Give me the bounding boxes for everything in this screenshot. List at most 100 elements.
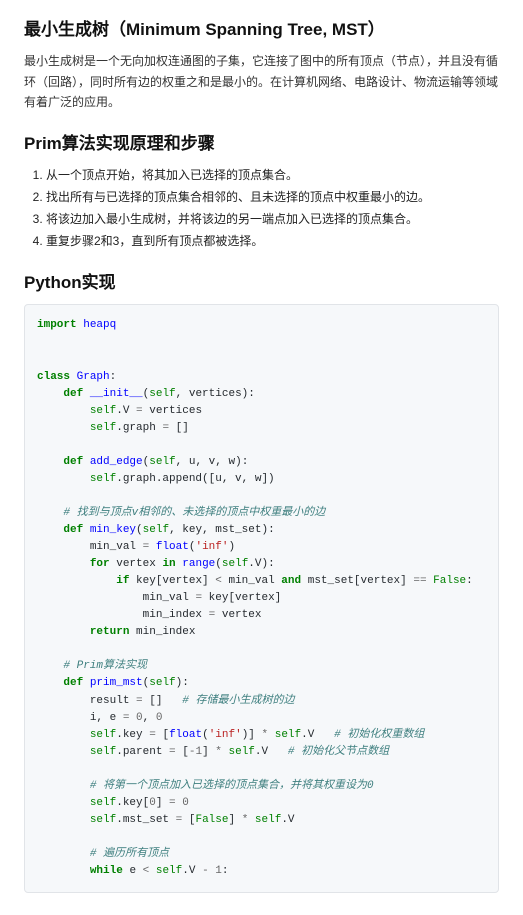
comment: # 遍历所有顶点	[90, 848, 169, 860]
kw-def: def	[63, 388, 83, 400]
bool: False	[195, 814, 228, 826]
self: self	[90, 814, 116, 826]
op: =	[162, 422, 169, 434]
comment: # 将第一个顶点加入已选择的顶点集合，并将其权重设为0	[90, 780, 374, 792]
comment: # 初始化父节点数组	[288, 746, 389, 758]
class-name: Graph	[77, 371, 110, 383]
comment: # 存储最小生成树的边	[182, 695, 294, 707]
attr: .graph	[116, 422, 162, 434]
self: self	[156, 865, 182, 877]
self: self	[143, 524, 169, 536]
op: =	[136, 695, 143, 707]
param: key	[182, 524, 202, 536]
op: =	[143, 541, 150, 553]
var: min_index	[143, 609, 209, 621]
self: self	[229, 746, 255, 758]
param: w	[228, 456, 235, 468]
expr: .graph.append([u, v, w])	[116, 473, 274, 485]
expr: mst_set[vertex]	[308, 575, 414, 587]
var: e	[129, 865, 142, 877]
op: =	[123, 712, 130, 724]
fn-float: float	[169, 729, 202, 741]
self: self	[90, 422, 116, 434]
param: vertices	[189, 388, 242, 400]
intro-paragraph: 最小生成树是一个无向加权连通图的子集，它连接了图中的所有顶点（节点），并且没有循…	[24, 51, 499, 112]
comment: # 找到与顶点v相邻的、未选择的顶点中权重最小的边	[63, 507, 325, 519]
kw-if: if	[116, 575, 129, 587]
fn-float: float	[156, 541, 189, 553]
op: *	[215, 746, 222, 758]
kw-in: in	[162, 558, 175, 570]
var: min_val	[143, 592, 196, 604]
param: u	[189, 456, 196, 468]
op: <	[143, 865, 150, 877]
op: =	[169, 797, 176, 809]
op: *	[242, 814, 249, 826]
num: 0	[182, 797, 189, 809]
var: min_index	[136, 626, 195, 638]
attr: .key	[116, 729, 149, 741]
list-item: 从一个顶点开始，将其加入已选择的顶点集合。	[46, 166, 499, 185]
kw-and: and	[281, 575, 301, 587]
fn-min-key: min_key	[90, 524, 136, 536]
attr: .V	[255, 746, 268, 758]
expr: key[vertex]	[136, 575, 215, 587]
fn-range: range	[182, 558, 215, 570]
kw-import: import	[37, 319, 77, 331]
self: self	[222, 558, 248, 570]
fn-prim-mst: prim_mst	[90, 677, 143, 689]
fn-add-edge: add_edge	[90, 456, 143, 468]
attr: .V	[281, 814, 294, 826]
heading-python: Python实现	[24, 269, 499, 296]
comment: # 初始化权重数组	[334, 729, 424, 741]
list-item: 将该边加入最小生成树，并将该边的另一端点加入已选择的顶点集合。	[46, 210, 499, 229]
heading-prim: Prim算法实现原理和步骤	[24, 130, 499, 157]
self: self	[90, 473, 116, 485]
attr: .V	[301, 729, 314, 741]
op: -	[189, 746, 196, 758]
num: 0	[136, 712, 143, 724]
param: v	[209, 456, 216, 468]
num: 1	[195, 746, 202, 758]
bool: False	[433, 575, 466, 587]
op: -	[202, 865, 209, 877]
bracket: [	[182, 746, 189, 758]
heading-title: 最小生成树（Minimum Spanning Tree, MST）	[24, 16, 499, 43]
op: =	[209, 609, 216, 621]
attr: .V):	[248, 558, 274, 570]
num: 1	[215, 865, 222, 877]
self: self	[255, 814, 281, 826]
attr: .V	[116, 405, 136, 417]
bracket: ]	[156, 797, 169, 809]
fn-init: __init__	[90, 388, 143, 400]
kw-def: def	[63, 456, 83, 468]
self: self	[90, 729, 116, 741]
var: vertices	[149, 405, 202, 417]
list-item: 找出所有与已选择的顶点集合相邻的、且未选择的顶点中权重最小的边。	[46, 188, 499, 207]
kw-def: def	[63, 524, 83, 536]
kw-while: while	[90, 865, 123, 877]
op: =	[195, 592, 202, 604]
var: min_val	[90, 541, 143, 553]
kw-def: def	[63, 677, 83, 689]
self: self	[149, 456, 175, 468]
var: result	[90, 695, 136, 707]
list: []	[149, 695, 162, 707]
self: self	[149, 388, 175, 400]
self: self	[90, 746, 116, 758]
comment: # Prim算法实现	[63, 660, 147, 672]
var: i, e	[90, 712, 123, 724]
op: <	[215, 575, 222, 587]
str: 'inf'	[195, 541, 228, 553]
self: self	[275, 729, 301, 741]
attr: .V	[182, 865, 202, 877]
prim-steps-list: 从一个顶点开始，将其加入已选择的顶点集合。 找出所有与已选择的顶点集合相邻的、且…	[24, 166, 499, 252]
op: =	[136, 405, 143, 417]
bracket: [	[162, 729, 169, 741]
list: []	[176, 422, 189, 434]
bracket: ]	[202, 746, 215, 758]
var: min_val	[228, 575, 274, 587]
list-item: 重复步骤2和3，直到所有顶点都被选择。	[46, 232, 499, 251]
var: vertex	[222, 609, 262, 621]
bracket: ]	[228, 814, 241, 826]
